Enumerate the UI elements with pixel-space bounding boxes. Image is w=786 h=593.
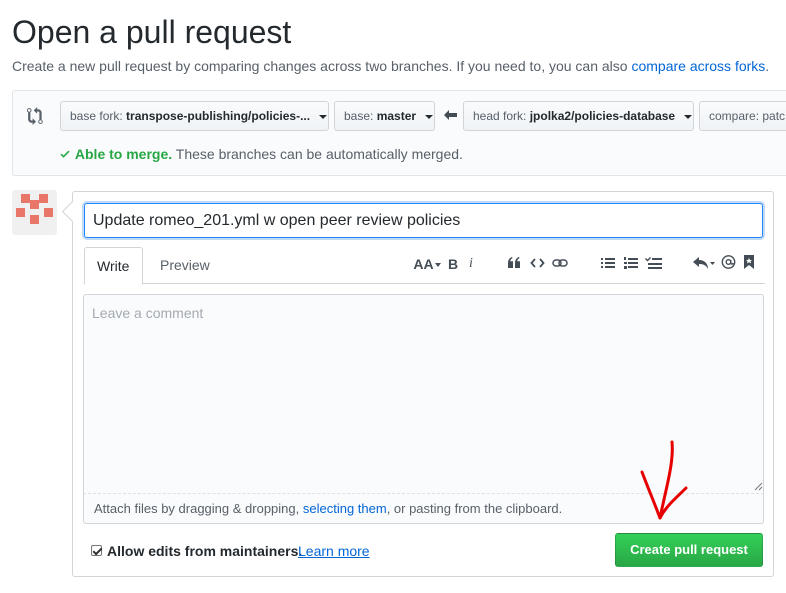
- create-pull-request-button[interactable]: Create pull request: [615, 533, 763, 567]
- base-fork-label: base fork:: [70, 109, 123, 123]
- compare-label: compare: patc: [709, 109, 786, 123]
- red-arrow-annotation-icon: [640, 440, 688, 520]
- italic-button[interactable]: i: [466, 254, 476, 274]
- base-fork-selector[interactable]: base fork: transpose-publishing/policies…: [60, 101, 329, 131]
- compare-branch-selector[interactable]: compare: patc: [699, 101, 786, 131]
- ordered-list-icon: [624, 257, 638, 269]
- merge-ok-text: Able to merge.: [74, 146, 173, 162]
- branch-range-editor: base fork: transpose-publishing/policies…: [12, 90, 786, 176]
- description-end: .: [765, 58, 770, 74]
- merge-detail-text: These branches can be automatically merg…: [172, 146, 463, 162]
- unordered-list-icon: [601, 258, 615, 268]
- chevron-down-icon: [434, 263, 441, 268]
- git-compare-icon: [27, 107, 43, 125]
- link-button[interactable]: [552, 256, 570, 276]
- compare-across-forks-link[interactable]: compare across forks: [631, 58, 765, 74]
- bookmark-icon: [744, 255, 754, 269]
- base-fork-value: transpose-publishing/policies-...: [126, 109, 311, 123]
- reply-icon: [693, 257, 715, 269]
- heading-button[interactable]: AA: [413, 254, 441, 274]
- chevron-down-icon: [684, 114, 693, 119]
- unordered-list-button[interactable]: [601, 256, 617, 276]
- link-icon: [552, 259, 568, 267]
- drop-text-before: Attach files by dragging & dropping,: [94, 501, 303, 516]
- code-icon: [530, 258, 545, 268]
- avatar[interactable]: [12, 190, 57, 235]
- chevron-down-icon: [319, 114, 328, 119]
- mention-button[interactable]: [721, 254, 737, 274]
- bold-button[interactable]: B: [446, 254, 460, 274]
- select-files-link[interactable]: selecting them: [303, 501, 387, 516]
- head-fork-selector[interactable]: head fork: jpolka2/policies-database: [463, 101, 694, 131]
- base-value: master: [376, 109, 417, 123]
- base-label: base:: [344, 109, 374, 123]
- check-icon: [60, 150, 70, 158]
- quote-icon: [508, 257, 520, 268]
- head-fork-label: head fork:: [473, 109, 527, 123]
- code-button[interactable]: [530, 256, 546, 276]
- page-description: Create a new pull request by comparing c…: [12, 58, 769, 74]
- allow-edits-label: Allow edits from maintainers.: [107, 543, 303, 559]
- ordered-list-button[interactable]: [624, 256, 640, 276]
- description-text: Create a new pull request by comparing c…: [12, 58, 632, 74]
- merge-status: Able to merge. These branches can be aut…: [59, 146, 463, 162]
- head-fork-value: jpolka2/policies-database: [529, 109, 676, 123]
- arrow-left-icon: [444, 110, 457, 120]
- chevron-down-icon: [425, 114, 434, 119]
- allow-edits-checkbox[interactable]: [91, 545, 102, 556]
- saved-replies-button[interactable]: [743, 254, 757, 274]
- mention-icon: [721, 255, 736, 269]
- task-list-icon: [645, 257, 662, 269]
- tab-write[interactable]: Write: [84, 247, 143, 285]
- tab-preview[interactable]: Preview: [148, 247, 222, 285]
- learn-more-link[interactable]: Learn more: [298, 543, 370, 559]
- reply-button[interactable]: [693, 256, 715, 276]
- heading-label: AA: [413, 256, 434, 272]
- pr-title-input[interactable]: [84, 203, 763, 238]
- quote-button[interactable]: [507, 256, 523, 276]
- resize-grip-icon[interactable]: [754, 482, 763, 491]
- task-list-button[interactable]: [645, 256, 663, 276]
- base-branch-selector[interactable]: base: master: [334, 101, 435, 131]
- drop-text-after: , or pasting from the clipboard.: [386, 501, 563, 516]
- page-title: Open a pull request: [12, 14, 292, 50]
